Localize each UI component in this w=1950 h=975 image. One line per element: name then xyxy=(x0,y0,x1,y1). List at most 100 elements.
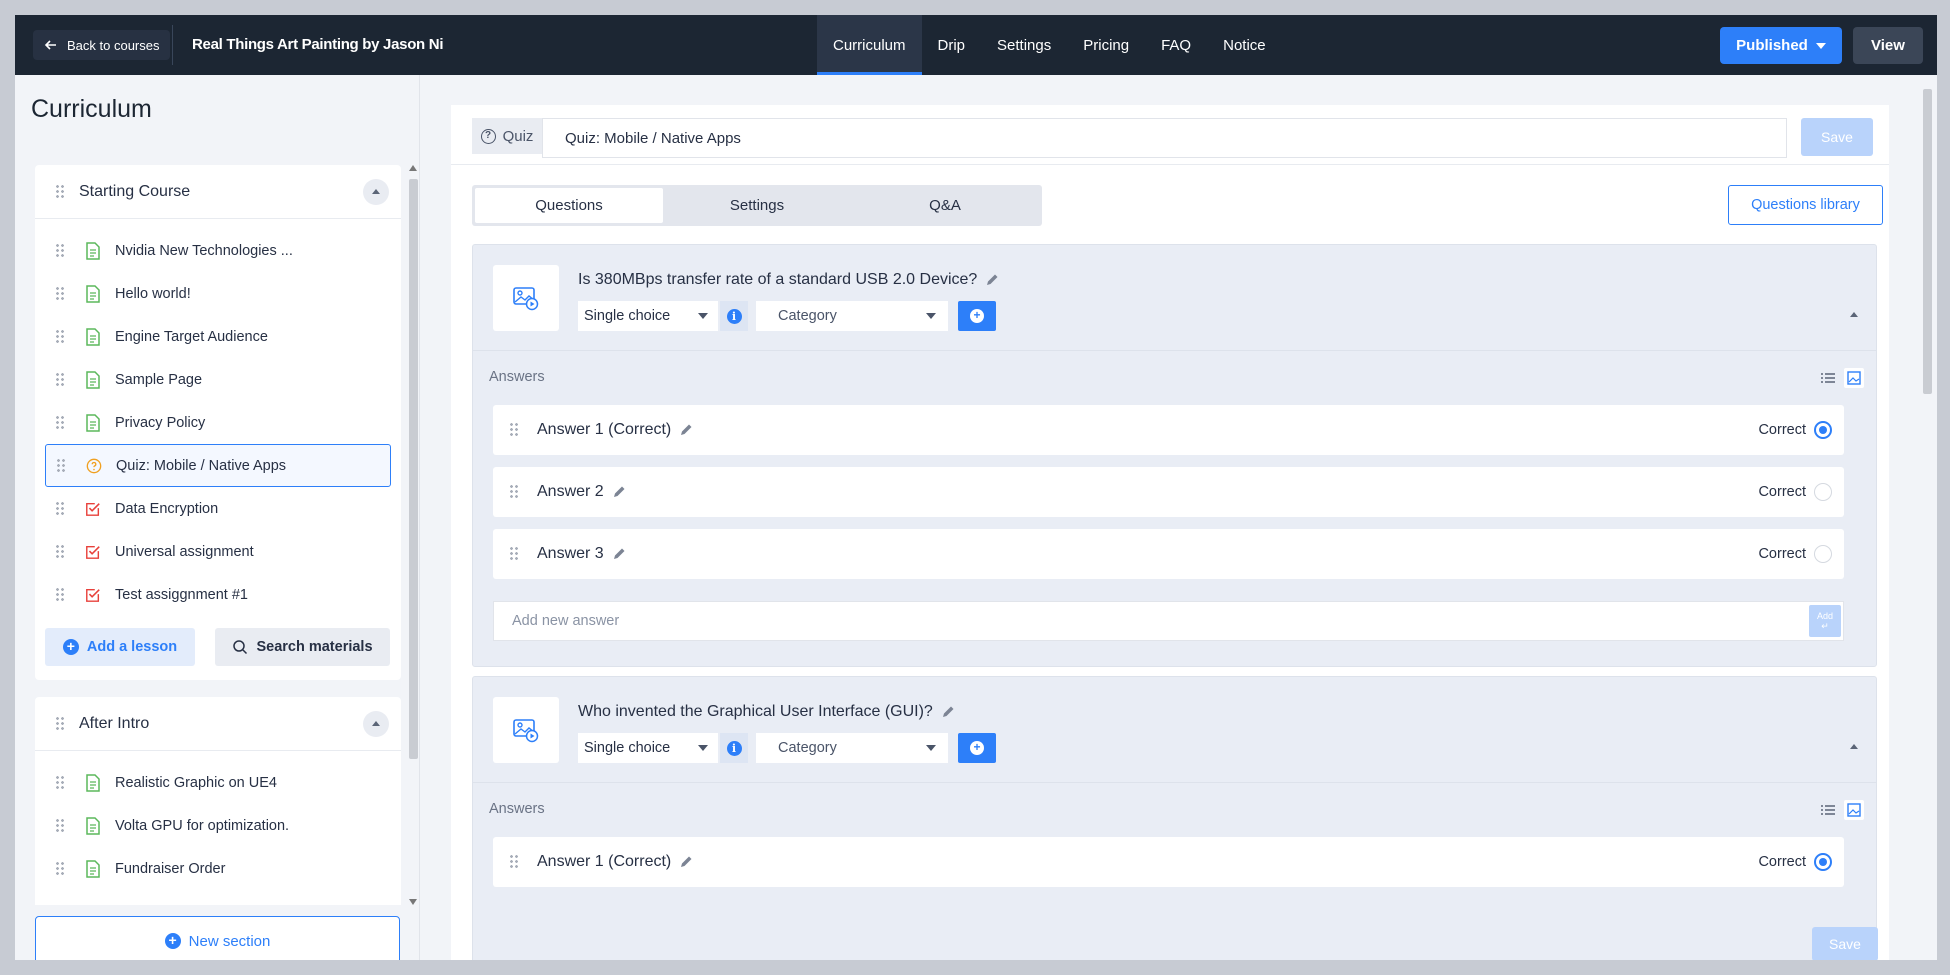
scrollbar-thumb[interactable] xyxy=(1923,89,1932,394)
drag-handle-icon[interactable] xyxy=(56,457,66,474)
sidebar-scrollbar[interactable] xyxy=(407,165,418,905)
tab-drip[interactable]: Drip xyxy=(922,15,982,75)
view-button[interactable]: View xyxy=(1853,27,1923,64)
question-title[interactable]: Is 380MBps transfer rate of a standard U… xyxy=(578,271,999,289)
pencil-icon[interactable] xyxy=(679,855,693,869)
question-title[interactable]: Who invented the Graphical User Interfac… xyxy=(578,703,955,721)
search-materials-button[interactable]: Search materials xyxy=(215,628,390,666)
lesson-item[interactable]: Fundraiser Order xyxy=(45,847,391,890)
section-card: After Intro Realistic Graphic on UE4 Vol… xyxy=(35,697,401,905)
drag-handle-icon[interactable] xyxy=(55,414,65,431)
scroll-up-arrow-icon[interactable] xyxy=(409,165,417,171)
lesson-item[interactable]: Test assiggnment #1 xyxy=(45,573,391,616)
drag-handle-icon[interactable] xyxy=(55,817,65,834)
tab-questions[interactable]: Questions xyxy=(475,188,663,223)
questions-library-button[interactable]: Questions library xyxy=(1728,185,1883,225)
lesson-item[interactable]: Data Encryption xyxy=(45,487,391,530)
section-name[interactable]: After Intro xyxy=(79,715,363,733)
drag-handle-icon[interactable] xyxy=(509,422,519,438)
add-answer-input[interactable]: Add new answer Add ↵ xyxy=(493,601,1844,641)
add-category-button[interactable]: + xyxy=(958,301,996,331)
question-type-select[interactable]: Single choice xyxy=(578,301,718,331)
add-media-button[interactable] xyxy=(493,697,559,763)
info-button[interactable]: i xyxy=(720,733,748,763)
add-media-button[interactable] xyxy=(493,265,559,331)
answer-text[interactable]: Answer 2 xyxy=(537,483,1758,501)
info-button[interactable]: i xyxy=(720,301,748,331)
correct-radio[interactable] xyxy=(1814,421,1832,439)
correct-radio[interactable] xyxy=(1814,483,1832,501)
lesson-item[interactable]: Volta GPU for optimization. xyxy=(45,804,391,847)
image-view-icon[interactable] xyxy=(1844,368,1864,388)
category-select[interactable]: Category xyxy=(756,733,948,763)
tab-curriculum[interactable]: Curriculum xyxy=(817,15,922,75)
section-card: Starting Course Nvidia New Technologies … xyxy=(35,165,401,680)
list-view-icon[interactable] xyxy=(1818,368,1838,388)
lesson-item[interactable]: Privacy Policy xyxy=(45,401,391,444)
answer-text[interactable]: Answer 1 (Correct) xyxy=(537,853,1758,871)
list-view-icon[interactable] xyxy=(1818,800,1838,820)
section-name[interactable]: Starting Course xyxy=(79,183,363,201)
answer-text[interactable]: Answer 1 (Correct) xyxy=(537,421,1758,439)
lesson-item[interactable]: Universal assignment xyxy=(45,530,391,573)
tab-faq[interactable]: FAQ xyxy=(1145,15,1207,75)
drag-handle-icon[interactable] xyxy=(55,586,65,603)
tab-pricing[interactable]: Pricing xyxy=(1067,15,1145,75)
collapse-question-button[interactable] xyxy=(1850,727,1858,749)
back-to-courses-button[interactable]: Back to courses xyxy=(33,30,170,60)
drag-handle-icon[interactable] xyxy=(55,860,65,877)
lesson-item[interactable]: Realistic Graphic on UE4 xyxy=(45,761,391,804)
lesson-item-active[interactable]: Quiz: Mobile / Native Apps xyxy=(45,444,391,487)
tab-quiz-settings[interactable]: Settings xyxy=(663,188,851,223)
lesson-item[interactable]: Hello world! xyxy=(45,272,391,315)
category-select[interactable]: Category xyxy=(756,301,948,331)
quiz-title-input[interactable]: Quiz: Mobile / Native Apps xyxy=(542,118,1787,158)
drag-handle-icon[interactable] xyxy=(55,774,65,791)
collapse-question-button[interactable] xyxy=(1850,295,1858,317)
new-section-button[interactable]: + New section xyxy=(35,916,400,960)
lesson-item[interactable]: Sample Page xyxy=(45,358,391,401)
drag-handle-icon[interactable] xyxy=(509,546,519,562)
pencil-icon[interactable] xyxy=(941,705,955,719)
drag-handle-icon[interactable] xyxy=(509,854,519,870)
lesson-label: Sample Page xyxy=(115,371,203,388)
drag-handle-icon[interactable] xyxy=(55,328,65,345)
pencil-icon[interactable] xyxy=(679,423,693,437)
text-lesson-icon xyxy=(86,284,100,303)
collapse-section-button[interactable] xyxy=(363,178,389,205)
add-answer-button[interactable]: Add ↵ xyxy=(1809,605,1841,637)
correct-radio[interactable] xyxy=(1814,545,1832,563)
scrollbar-thumb[interactable] xyxy=(409,179,418,759)
tab-qa[interactable]: Q&A xyxy=(851,188,1039,223)
drag-handle-icon[interactable] xyxy=(55,371,65,388)
add-category-button[interactable]: + xyxy=(958,733,996,763)
drag-handle-icon[interactable] xyxy=(55,183,65,200)
lesson-item[interactable]: Nvidia New Technologies ... xyxy=(45,229,391,272)
collapse-section-button[interactable] xyxy=(363,710,389,737)
scroll-down-arrow-icon[interactable] xyxy=(409,899,417,905)
pencil-icon[interactable] xyxy=(985,273,999,287)
save-button[interactable]: Save xyxy=(1801,118,1873,156)
quiz-editor: ? Quiz Quiz: Mobile / Native Apps Save Q… xyxy=(435,75,1937,960)
image-view-icon[interactable] xyxy=(1844,800,1864,820)
pencil-icon[interactable] xyxy=(612,547,626,561)
drag-handle-icon[interactable] xyxy=(55,242,65,259)
tab-settings[interactable]: Settings xyxy=(981,15,1067,75)
drag-handle-icon[interactable] xyxy=(55,543,65,560)
pencil-icon[interactable] xyxy=(612,485,626,499)
published-dropdown-button[interactable]: Published xyxy=(1720,27,1842,64)
add-lesson-button[interactable]: + Add a lesson xyxy=(45,628,195,666)
new-section-label: New section xyxy=(188,932,271,950)
drag-handle-icon[interactable] xyxy=(55,500,65,517)
bottom-save-button[interactable]: Save xyxy=(1812,927,1878,960)
quiz-tabs: Questions Settings Q&A xyxy=(472,185,1042,226)
tab-notice[interactable]: Notice xyxy=(1207,15,1282,75)
question-type-select[interactable]: Single choice xyxy=(578,733,718,763)
lesson-item[interactable]: Engine Target Audience xyxy=(45,315,391,358)
drag-handle-icon[interactable] xyxy=(55,285,65,302)
drag-handle-icon[interactable] xyxy=(509,484,519,500)
answer-text[interactable]: Answer 3 xyxy=(537,545,1758,563)
correct-radio[interactable] xyxy=(1814,853,1832,871)
main-scrollbar[interactable] xyxy=(1920,75,1935,960)
drag-handle-icon[interactable] xyxy=(55,715,65,732)
